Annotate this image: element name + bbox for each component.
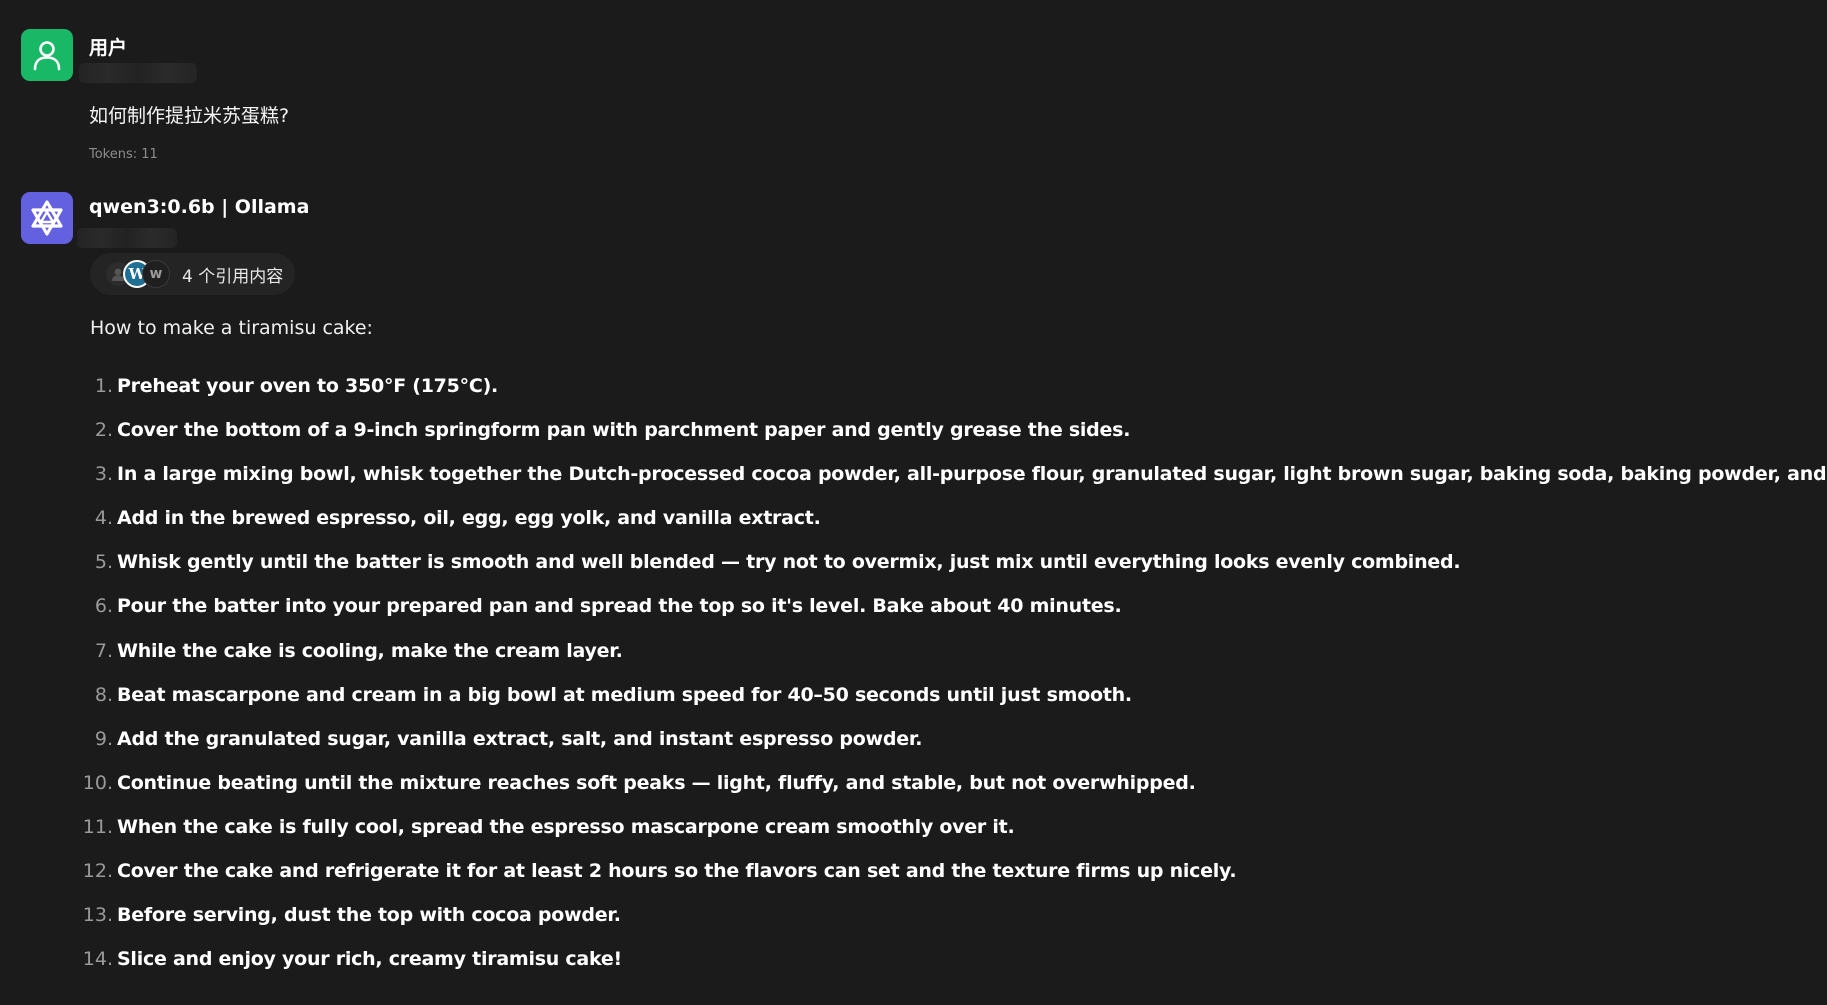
list-item: 10. Continue beating until the mixture re… (21, 772, 1827, 816)
step-text: Before serving, dust the top with cocoa … (117, 904, 621, 927)
assistant-avatar[interactable] (21, 192, 73, 244)
citation-source-icons: W w (104, 260, 170, 288)
step-number: 2. (94, 419, 113, 442)
user-avatar[interactable] (21, 29, 73, 81)
list-item: 8. Beat mascarpone and cream in a big bow… (21, 684, 1827, 728)
step-text: Pour the batter into your prepared pan a… (117, 595, 1122, 618)
qwen-logo-icon (31, 200, 63, 236)
user-message-text: 如何制作提拉米苏蛋糕? (89, 105, 290, 127)
user-icon (33, 41, 61, 71)
list-item: 9. Add the granulated sugar, vanilla extr… (21, 728, 1827, 772)
list-item: 7. While the cake is cooling, make the cr… (21, 640, 1827, 684)
step-number: 11. (82, 815, 113, 838)
list-item: 5. Whisk gently until the batter is smoot… (21, 551, 1827, 595)
response-intro: How to make a tiramisu cake: (90, 317, 373, 339)
step-text: Add in the brewed espresso, oil, egg, eg… (117, 507, 821, 530)
recipe-steps-list: 1. Preheat your oven to 350°F (175°C). 2.… (21, 375, 1827, 992)
step-text: Cover the bottom of a 9-inch springform … (117, 419, 1131, 442)
step-text: Beat mascarpone and cream in a big bowl … (117, 683, 1132, 706)
step-number: 10. (82, 771, 113, 794)
list-item: 6. Pour the batter into your prepared pan… (21, 595, 1827, 639)
user-sender-name: 用户 (89, 37, 128, 59)
step-number: 6. (94, 595, 113, 618)
step-number: 8. (94, 683, 113, 706)
step-number: 4. (94, 507, 113, 530)
list-item: 12. Cover the cake and refrigerate it for… (21, 860, 1827, 904)
step-text: Preheat your oven to 350°F (175°C). (117, 375, 498, 397)
citations-label: 4 个引用内容 (182, 266, 284, 287)
step-text: While the cake is cooling, make the crea… (117, 639, 623, 662)
step-number: 14. (82, 948, 113, 971)
list-item: 1. Preheat your oven to 350°F (175°C). (21, 375, 1827, 419)
step-number: 5. (94, 551, 113, 574)
step-text: Add the granulated sugar, vanilla extrac… (117, 727, 923, 750)
w-letter-icon: w (142, 260, 170, 288)
step-text: In a large mixing bowl, whisk together t… (117, 463, 1827, 486)
step-number: 13. (82, 904, 113, 927)
assistant-timestamp-redacted (77, 228, 177, 248)
step-number: 1. (94, 375, 113, 397)
user-timestamp-redacted (79, 63, 197, 83)
chat-page: 用户 如何制作提拉米苏蛋糕? Tokens: 11 qwen3:0.6b | O… (0, 0, 1827, 1005)
list-item: 14. Slice and enjoy your rich, creamy tir… (21, 948, 1827, 992)
list-item: 3. In a large mixing bowl, whisk together… (21, 463, 1827, 507)
step-number: 12. (82, 860, 113, 883)
step-text: Slice and enjoy your rich, creamy tirami… (117, 948, 622, 971)
step-number: 7. (94, 639, 113, 662)
list-item: 11. When the cake is fully cool, spread t… (21, 816, 1827, 860)
list-item: 2. Cover the bottom of a 9-inch springfor… (21, 419, 1827, 463)
assistant-sender-name: qwen3:0.6b | Ollama (89, 196, 310, 218)
list-item: 13. Before serving, dust the top with coc… (21, 904, 1827, 948)
step-text: Whisk gently until the batter is smooth … (117, 551, 1461, 574)
citations-button[interactable]: W w 4 个引用内容 (90, 253, 296, 295)
step-text: Cover the cake and refrigerate it for at… (117, 860, 1237, 883)
step-text: When the cake is fully cool, spread the … (117, 815, 1015, 838)
step-text: Continue beating until the mixture reach… (117, 771, 1196, 794)
step-number: 3. (94, 463, 113, 486)
list-item: 4. Add in the brewed espresso, oil, egg, … (21, 507, 1827, 551)
step-number: 9. (94, 727, 113, 750)
user-token-count: Tokens: 11 (89, 147, 158, 162)
